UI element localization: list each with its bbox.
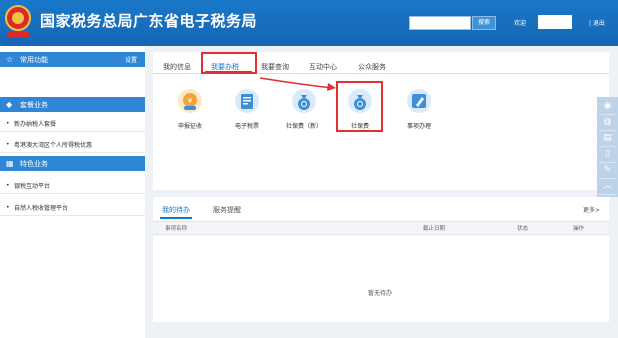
- empty-state-text: 暂无待办: [368, 290, 393, 297]
- sidebar-item-natural-person[interactable]: • 自然人税收管理平台: [0, 199, 145, 216]
- tax-emblem-logo: [5, 5, 31, 37]
- func-social-security-new[interactable]: 社保费（新）: [279, 89, 329, 130]
- search-button[interactable]: 搜索: [472, 16, 496, 30]
- column-header-deadline: 截止日期: [423, 226, 446, 232]
- active-todo-tab-indicator: [160, 217, 192, 219]
- tab-service-reminder[interactable]: 服务提醒: [213, 205, 241, 215]
- tab-my-info[interactable]: 我的信息: [163, 62, 191, 72]
- bullet-icon: •: [6, 204, 10, 211]
- sidebar-item-greater-bay[interactable]: • 粤港澳大湾区个人所得税优惠: [0, 136, 145, 153]
- sidebar-item-new-taxpayer[interactable]: • 新办纳税人套餐: [0, 115, 145, 132]
- sidebar-section-special[interactable]: ▦ 特色业务: [0, 156, 145, 171]
- todo-panel: 我的待办 服务提醒 更多> 事项名称 截止日期 状态 操作 暂无待办: [153, 197, 609, 322]
- column-header-action: 操作: [573, 226, 585, 232]
- e-ticket-icon: [235, 89, 259, 113]
- social-security-highlight-box: [336, 81, 383, 132]
- svg-text:¥: ¥: [188, 97, 193, 105]
- settings-link[interactable]: 设置: [125, 55, 137, 64]
- func-declare-collect[interactable]: ¥ 申报征收: [165, 89, 215, 130]
- sidebar-section-package[interactable]: ◆ 套餐业务: [0, 97, 145, 112]
- app-title: 国家税务总局广东省电子税务局: [40, 12, 258, 30]
- wechat-icon[interactable]: ◍: [599, 115, 616, 131]
- search-input[interactable]: [409, 16, 471, 30]
- logout-link[interactable]: | 退出: [589, 18, 605, 27]
- tax-declare-icon: ¥: [178, 89, 202, 113]
- pencil-icon: [407, 89, 431, 113]
- grid-icon: ▦: [6, 159, 14, 168]
- more-link[interactable]: 更多>: [583, 205, 600, 214]
- tab-query[interactable]: 我要查询: [261, 62, 289, 72]
- eye-icon[interactable]: ◉: [599, 99, 616, 115]
- column-header-name: 事项名称: [165, 226, 188, 232]
- bullet-icon: •: [6, 182, 10, 189]
- star-icon: ☆: [6, 55, 14, 64]
- tab-highlight-box: [201, 52, 257, 74]
- user-name-field: [538, 15, 572, 29]
- tab-my-todo[interactable]: 我的待办: [162, 205, 190, 215]
- todo-table-header: 事项名称 截止日期 状态 操作: [153, 221, 609, 235]
- func-matter-handling[interactable]: 事项办理: [394, 89, 444, 130]
- sidebar-section-common[interactable]: ☆ 常用功能 设置: [0, 52, 145, 67]
- edit-icon[interactable]: ✎: [599, 163, 616, 179]
- phone-icon[interactable]: ▯: [599, 147, 616, 163]
- func-e-ticket[interactable]: 电子税票: [222, 89, 272, 130]
- tab-public-service[interactable]: 公众服务: [358, 62, 386, 72]
- document-icon[interactable]: ▤: [599, 131, 616, 147]
- back-to-top-icon[interactable]: ︿: [599, 179, 616, 195]
- bullet-icon: •: [6, 120, 10, 127]
- column-header-status: 状态: [517, 226, 529, 232]
- diamond-icon: ◆: [6, 100, 13, 109]
- money-bag-icon: [292, 89, 316, 113]
- header-bar: 国家税务总局广东省电子税务局 搜索 欢迎 | 退出: [0, 0, 618, 46]
- sidebar-item-bank-tax[interactable]: • 银税互动平台: [0, 177, 145, 194]
- bullet-icon: •: [6, 141, 10, 148]
- tab-interaction[interactable]: 互动中心: [309, 62, 337, 72]
- floating-toolbar: ◉ ◍ ▤ ▯ ✎ ︿: [597, 97, 618, 197]
- welcome-text: 欢迎: [514, 20, 527, 27]
- sidebar: ☆ 常用功能 设置 ◆ 套餐业务 • 新办纳税人套餐 • 粤港澳大湾区个人所得税…: [0, 46, 145, 338]
